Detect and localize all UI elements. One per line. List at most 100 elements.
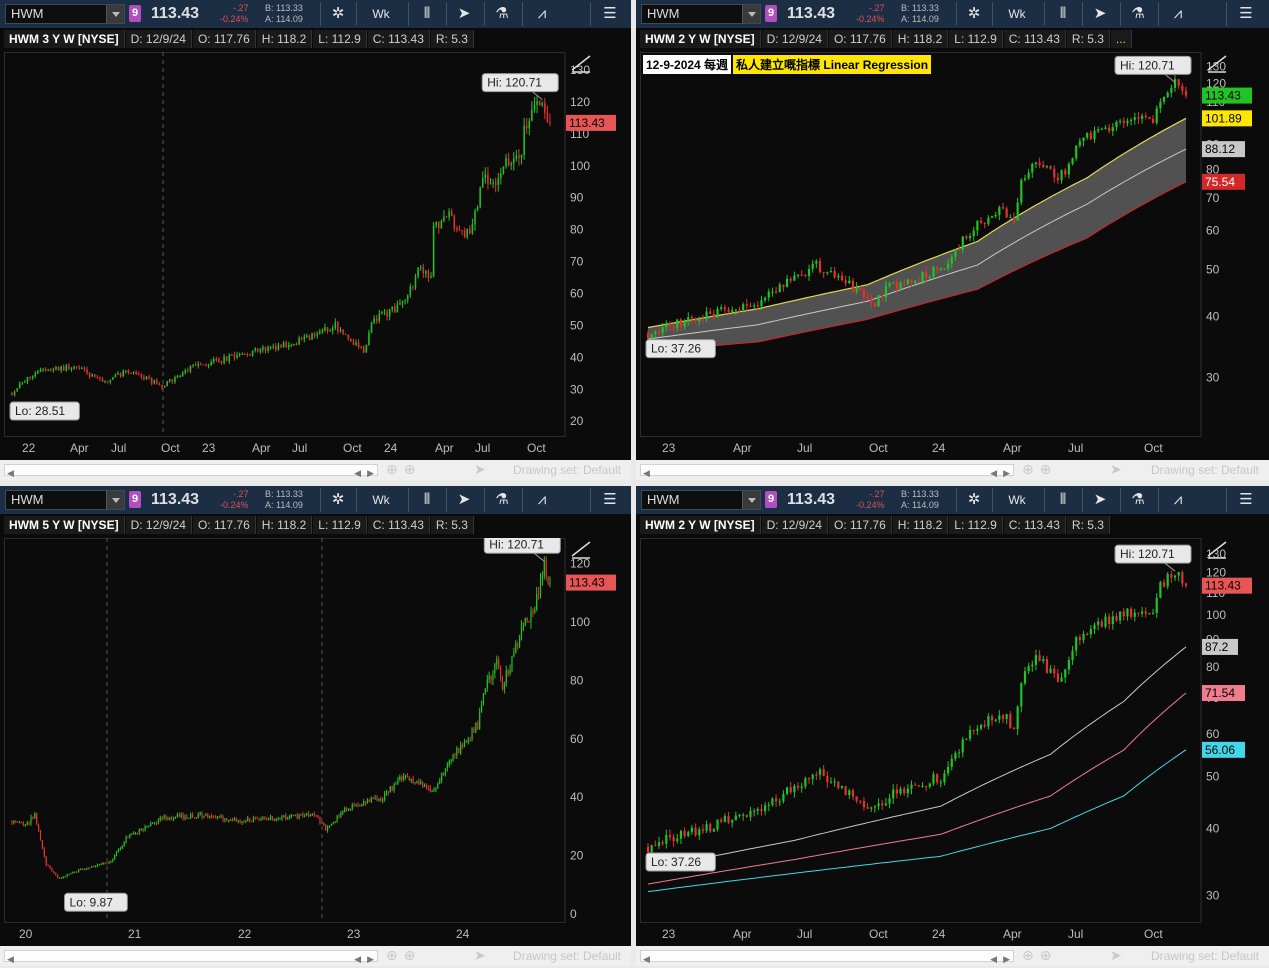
time-scrollbar[interactable]: ◀ ◀ ▶ [4,464,378,479]
zoom-controls[interactable]: ⊕⊕ [1022,461,1057,478]
price-chart[interactable]: 203040506070809010011012013022 Apr Jul Oct 2… [4,52,631,460]
drawing-set-label[interactable]: Drawing set: Default [513,949,621,963]
candle-body [295,343,298,345]
time-scrollbar[interactable]: ◀ ◀ ▶ [640,464,1014,479]
cursor-icon[interactable]: ➤ [454,489,474,511]
scroll-left-icon[interactable]: ◀ [7,468,14,479]
pointer-icon[interactable]: ➤ [1110,947,1122,964]
scroll-left-icon[interactable]: ◀ [7,954,14,965]
symbol-input[interactable]: HWM [5,4,125,24]
candle-body [370,323,373,333]
scroll-prev-icon[interactable]: ◀ [354,954,361,965]
price-chart[interactable]: 3040506070809010011012013023AprJulOct24A… [640,538,1269,946]
scroll-prev-icon[interactable]: ◀ [354,468,361,479]
menu-icon[interactable]: ☰ [600,3,620,25]
candle-body [818,769,822,775]
price-chart[interactable]: 02040608010012020 21 22 23 24Hi: 120.71Lo: 9… [4,538,631,946]
symbol-input[interactable]: HWM [5,490,125,510]
candle-body [298,338,300,345]
scroll-left-icon[interactable]: ◀ [643,468,650,479]
studies-flask-icon[interactable]: ⚗ [1128,489,1148,511]
studies-flask-icon[interactable]: ⚗ [492,489,512,511]
chart-style-icon[interactable]: ⫴ [1052,489,1074,511]
candle-body [68,365,70,370]
x-tick-label: Apr [1003,927,1022,941]
drawing-set-label[interactable]: Drawing set: Default [1151,949,1259,963]
menu-icon[interactable]: ☰ [1236,3,1256,25]
low-bubble: Lo: 37.26 [651,855,701,869]
candle-body [311,333,313,340]
zoom-controls[interactable]: ⊕⊕ [386,947,421,964]
candle-body [176,375,179,378]
aggregation-button[interactable]: Wk [1002,489,1032,511]
menu-icon[interactable]: ☰ [600,489,620,511]
candle-body [837,781,840,789]
scroll-right-icon[interactable]: ▶ [1003,954,1010,965]
symbol-dropdown-icon[interactable] [106,491,124,509]
drawings-icon[interactable]: ⩘ [1166,3,1190,25]
time-scrollbar[interactable]: ◀ ◀ ▶ [4,950,378,965]
settings-gear-icon[interactable]: ✲ [964,489,984,511]
link-group-badge[interactable]: 9 [129,491,141,508]
candle-body [130,372,132,374]
zoom-controls[interactable]: ⊕⊕ [386,461,421,478]
more-label[interactable]: ... [1110,30,1132,48]
link-group-badge[interactable]: 9 [765,5,777,22]
candle-body [294,815,296,817]
chart-style-icon[interactable]: ⫴ [416,3,438,25]
settings-gear-icon[interactable]: ✲ [964,3,984,25]
scroll-prev-icon[interactable]: ◀ [990,954,997,965]
scroll-right-icon[interactable]: ▶ [1003,468,1010,479]
scroll-left-icon[interactable]: ◀ [643,954,650,965]
drawings-icon[interactable]: ⩘ [1166,489,1190,511]
candle-body [476,207,479,211]
cursor-icon[interactable]: ➤ [454,3,474,25]
studies-flask-icon[interactable]: ⚗ [1128,3,1148,25]
candle-body [247,817,249,822]
price-chart[interactable]: 3040506070809010011012013023AprJulOct24A… [640,52,1269,460]
chart-style-icon[interactable]: ⫴ [416,489,438,511]
scroll-right-icon[interactable]: ▶ [367,954,374,965]
drawing-set-label[interactable]: Drawing set: Default [513,463,621,477]
scroll-right-icon[interactable]: ▶ [367,468,374,479]
candle-body [376,797,378,801]
candle-body [471,224,474,234]
candle-body [976,220,979,231]
cursor-icon[interactable]: ➤ [1090,3,1110,25]
pointer-icon[interactable]: ➤ [474,461,486,478]
studies-flask-icon[interactable]: ⚗ [492,3,512,25]
candle-body [366,800,369,804]
candle-body [292,815,294,817]
aggregation-button[interactable]: Wk [366,489,396,511]
candle-body [668,834,672,838]
aggregation-button[interactable]: Wk [1002,3,1032,25]
zoom-controls[interactable]: ⊕⊕ [1022,947,1057,964]
link-group-badge[interactable]: 9 [129,5,141,22]
symbol-dropdown-icon[interactable] [742,491,760,509]
chart-style-icon[interactable]: ⫴ [1052,3,1074,25]
drawings-icon[interactable]: ⩘ [530,489,554,511]
candle-body [943,773,946,783]
candle-body [382,799,384,801]
symbol-dropdown-icon[interactable] [742,5,760,23]
link-group-badge[interactable]: 9 [765,491,777,508]
pointer-icon[interactable]: ➤ [1110,461,1122,478]
symbol-input[interactable]: HWM [641,490,761,510]
scroll-prev-icon[interactable]: ◀ [990,468,997,479]
symbol-dropdown-icon[interactable] [106,5,124,23]
menu-icon[interactable]: ☰ [1236,489,1256,511]
drawings-icon[interactable]: ⩘ [530,3,554,25]
cursor-icon[interactable]: ➤ [1090,489,1110,511]
settings-gear-icon[interactable]: ✲ [328,489,348,511]
pointer-icon[interactable]: ➤ [474,947,486,964]
candle-body [489,183,492,185]
candle-body [903,788,906,794]
candle-body [1097,621,1100,625]
aggregation-button[interactable]: Wk [366,3,396,25]
candle-body [442,773,445,775]
drawing-set-label[interactable]: Drawing set: Default [1151,463,1259,477]
candle-body [95,865,97,867]
settings-gear-icon[interactable]: ✲ [328,3,348,25]
symbol-input[interactable]: HWM [641,4,761,24]
time-scrollbar[interactable]: ◀ ◀ ▶ [640,950,1014,965]
